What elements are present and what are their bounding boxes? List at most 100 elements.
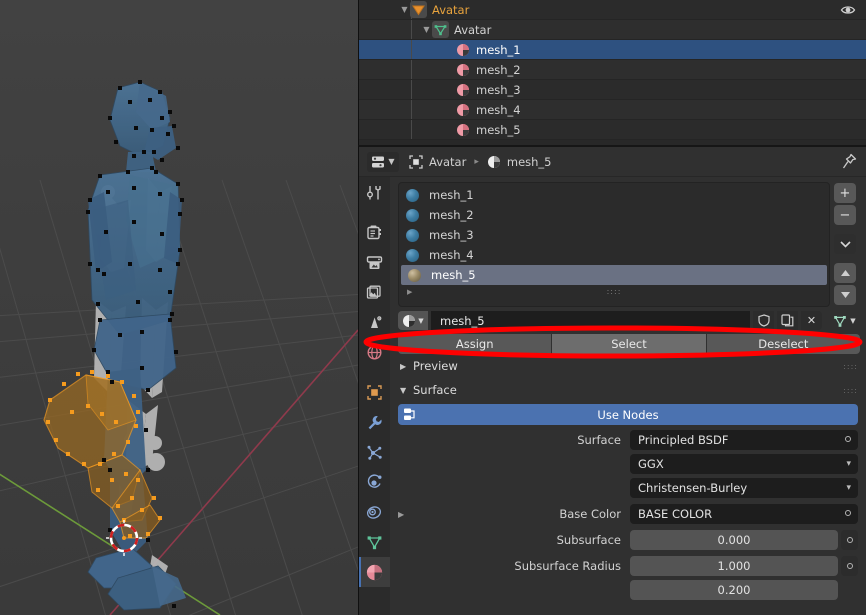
assign-button[interactable]: Assign bbox=[398, 334, 552, 354]
material-slot-mesh_2[interactable]: mesh_2 bbox=[399, 205, 829, 225]
tab-tool[interactable] bbox=[359, 177, 390, 207]
remove-material-slot-button[interactable]: − bbox=[834, 205, 856, 225]
outliner-hierarchy-line bbox=[411, 20, 412, 39]
property-value-field-1[interactable]: GGX ▾ bbox=[630, 454, 858, 474]
animate-property-icon[interactable] bbox=[841, 530, 858, 550]
tool-icon bbox=[367, 185, 381, 199]
animate-property-icon[interactable] bbox=[845, 435, 851, 445]
chevron-down-icon bbox=[839, 241, 851, 248]
tab-material[interactable] bbox=[359, 557, 390, 587]
add-material-slot-button[interactable]: + bbox=[834, 183, 856, 203]
property-value-text: Principled BSDF bbox=[638, 433, 729, 447]
tab-scene[interactable] bbox=[359, 307, 390, 337]
outliner-row-mesh_1-2[interactable]: mesh_1 bbox=[359, 40, 866, 60]
pin-icon[interactable] bbox=[841, 153, 857, 173]
tab-modifiers[interactable] bbox=[359, 407, 390, 437]
material-name-field[interactable]: mesh_5 bbox=[431, 311, 750, 330]
tab-object-data[interactable] bbox=[359, 527, 390, 557]
properties-editor[interactable]: ▼ Avatar ▸ mesh_5 mesh_1 mesh_2 mesh_3 m… bbox=[358, 145, 866, 615]
property-row-value-6: 0.200 bbox=[390, 579, 866, 601]
outliner-no-expander bbox=[443, 104, 454, 115]
triangle-down-icon[interactable]: ▼ bbox=[421, 24, 432, 35]
outliner-no-expander bbox=[443, 64, 454, 75]
outliner-row-avatar-1[interactable]: ▼ Avatar bbox=[359, 20, 866, 40]
fake-user-button[interactable] bbox=[753, 311, 774, 330]
tab-physics[interactable] bbox=[359, 467, 390, 497]
panel-header-surface[interactable]: ▼ Surface :::: bbox=[390, 378, 866, 402]
use-nodes-button[interactable]: Use Nodes bbox=[398, 404, 858, 425]
property-label: Surface bbox=[577, 433, 621, 447]
animate-property-icon[interactable] bbox=[841, 556, 858, 576]
select-button[interactable]: Select bbox=[552, 334, 706, 354]
material-slot-mesh_1[interactable]: mesh_1 bbox=[399, 185, 829, 205]
move-slot-up-button[interactable] bbox=[834, 263, 856, 283]
material-icon bbox=[454, 61, 471, 78]
property-value-field-6[interactable]: 0.200 bbox=[630, 580, 838, 600]
object-icon bbox=[409, 154, 423, 169]
chevron-down-icon: ▼ bbox=[850, 316, 856, 325]
deselect-button[interactable]: Deselect bbox=[706, 334, 860, 354]
outliner-row-mesh_5-6[interactable]: mesh_5 bbox=[359, 120, 866, 140]
outliner-row-mesh_4-5[interactable]: mesh_4 bbox=[359, 100, 866, 120]
slot-list-resize-grip[interactable]: ▶ :::: bbox=[399, 285, 829, 298]
property-row-surface: Surface Principled BSDF bbox=[390, 429, 866, 451]
3d-viewport[interactable] bbox=[0, 0, 358, 615]
outliner-row-mesh_2-3[interactable]: mesh_2 bbox=[359, 60, 866, 80]
tab-world[interactable] bbox=[359, 337, 390, 367]
material-slot-mesh_3[interactable]: mesh_3 bbox=[399, 225, 829, 245]
material-slot-mesh_4[interactable]: mesh_4 bbox=[399, 245, 829, 265]
panel-header-preview[interactable]: ▶ Preview :::: bbox=[390, 354, 866, 378]
outliner-hierarchy-line bbox=[411, 80, 412, 99]
animate-property-icon bbox=[841, 580, 858, 600]
triangle-right-icon: ▶ bbox=[407, 287, 413, 296]
outliner-hierarchy-line bbox=[411, 100, 412, 119]
material-slot-mesh_5[interactable]: mesh_5 bbox=[401, 265, 827, 285]
property-value-field-2[interactable]: Christensen-Burley ▾ bbox=[630, 478, 858, 498]
material-icon bbox=[454, 121, 471, 138]
unlink-material-button[interactable]: ✕ bbox=[801, 311, 822, 330]
outliner-no-expander bbox=[443, 124, 454, 135]
mesh-select-mode-button[interactable]: ▼ bbox=[829, 311, 860, 330]
surface-property-rows: Surface Principled BSDF GGX ▾ Christensen-Bu… bbox=[390, 429, 866, 601]
properties-tab-column[interactable] bbox=[359, 177, 390, 615]
outliner-row-avatar-0[interactable]: ▼ Avatar bbox=[359, 0, 866, 20]
animate-property-icon[interactable] bbox=[845, 509, 851, 519]
eye-icon[interactable] bbox=[840, 3, 856, 17]
breadcrumb-material[interactable]: mesh_5 bbox=[487, 155, 552, 169]
material-preview-ball bbox=[408, 268, 421, 282]
tab-particles[interactable] bbox=[359, 437, 390, 467]
material-assign-select-row: Assign Select Deselect bbox=[390, 330, 866, 354]
material-slot-label: mesh_2 bbox=[429, 208, 474, 222]
tab-object[interactable] bbox=[359, 377, 390, 407]
tab-view-layer[interactable] bbox=[359, 277, 390, 307]
blender-window: ▼ Avatar ▼ Avatar mesh_1 mesh_2 mesh_3 mesh_4 me… bbox=[0, 0, 866, 615]
property-value-text: 0.000 bbox=[717, 533, 751, 547]
material-slot-list[interactable]: mesh_1mesh_2mesh_3 mesh_4 mesh_5 ▶ :::: bbox=[398, 182, 830, 307]
property-label: Subsurface Radius bbox=[514, 559, 621, 573]
property-value-base-color[interactable]: BASE COLOR bbox=[630, 504, 858, 524]
outliner[interactable]: ▼ Avatar ▼ Avatar mesh_1 mesh_2 mesh_3 mesh_4 me… bbox=[358, 0, 866, 145]
outliner-hierarchy-line bbox=[411, 40, 412, 59]
tab-constraints[interactable] bbox=[359, 497, 390, 527]
editor-type-selector[interactable]: ▼ bbox=[367, 151, 399, 172]
outliner-row-mesh_3-4[interactable]: mesh_3 bbox=[359, 80, 866, 100]
breadcrumb-object[interactable]: Avatar bbox=[409, 155, 466, 169]
triangle-right-icon[interactable]: ▶ bbox=[398, 510, 412, 519]
chevron-down-icon: ▼ bbox=[418, 316, 424, 325]
material-browse-button[interactable]: ▼ bbox=[398, 311, 428, 330]
material-slot-area: mesh_1mesh_2mesh_3 mesh_4 mesh_5 ▶ :::: + … bbox=[390, 177, 866, 307]
particles-icon bbox=[367, 445, 382, 460]
tab-render[interactable] bbox=[359, 217, 390, 247]
property-value-text: 1.000 bbox=[717, 559, 751, 573]
property-value-surface[interactable]: Principled BSDF bbox=[630, 430, 858, 450]
triangle-down-icon[interactable]: ▼ bbox=[399, 4, 410, 15]
outliner-row-label: Avatar bbox=[454, 22, 492, 37]
viewport-scene bbox=[0, 80, 358, 615]
new-material-copy-button[interactable] bbox=[777, 311, 798, 330]
property-value-subsurface[interactable]: 0.000 bbox=[630, 530, 838, 550]
move-slot-down-button[interactable] bbox=[834, 285, 856, 305]
material-specials-button[interactable] bbox=[834, 234, 856, 254]
property-value-subsurface-radius[interactable]: 1.000 bbox=[630, 556, 838, 576]
tab-output[interactable] bbox=[359, 247, 390, 277]
material-slot-buttons: + − bbox=[834, 182, 860, 307]
